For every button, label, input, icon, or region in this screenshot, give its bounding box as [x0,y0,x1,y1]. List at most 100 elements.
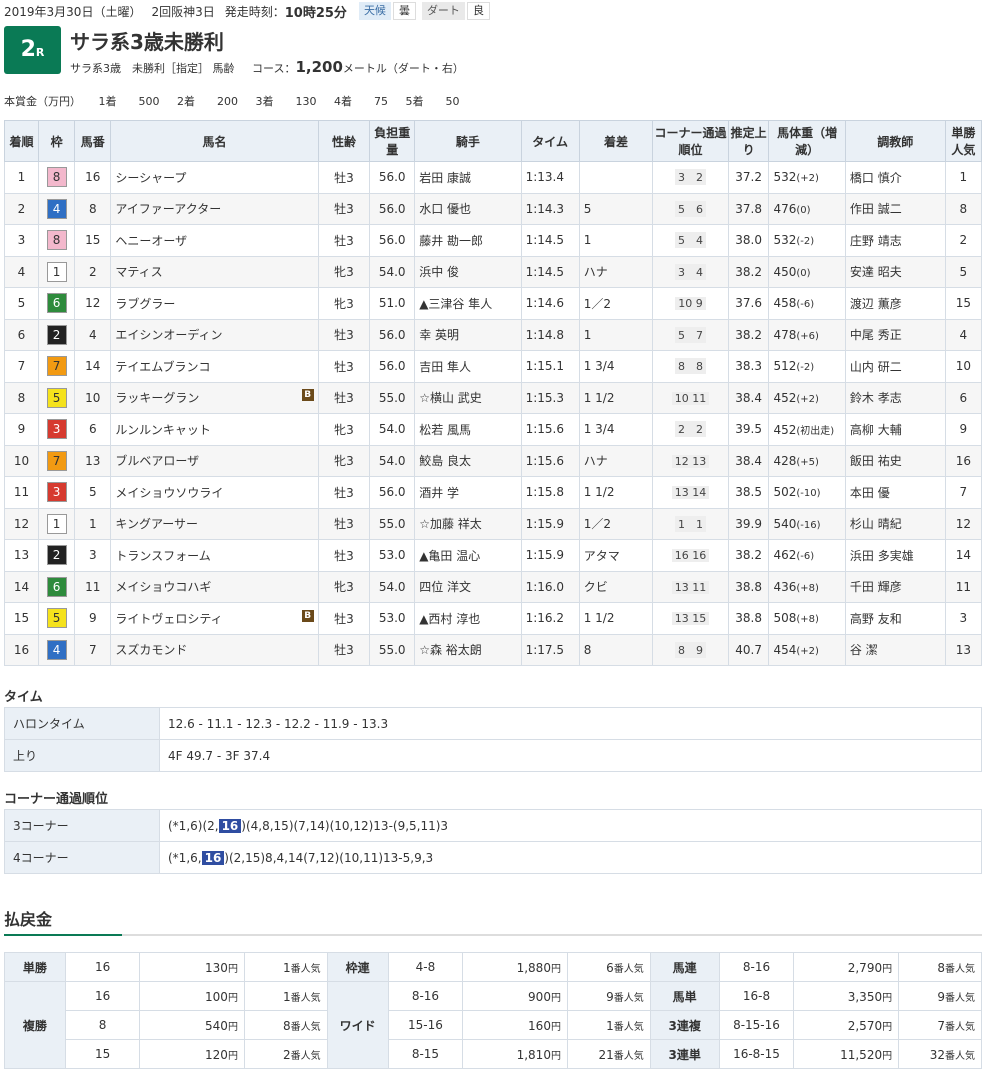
race-meta-line: 2019年3月30日（土曜） 2回阪神3日 発走時刻： 10時25分 天候 曇 … [4,2,490,21]
result-jockey[interactable]: 幸 英明 [414,318,522,351]
waku-badge: 7 [46,450,67,471]
result-margin: 8 [578,633,654,666]
result-jockey[interactable]: 松若 風馬 [414,413,522,446]
waku-badge: 4 [46,198,67,219]
result-jockey[interactable]: 酒井 学 [414,476,522,509]
horse-name-link[interactable]: メイショウソウライ [115,486,223,500]
result-sex-age: 牝3 [317,255,371,288]
result-popularity: 11 [944,570,983,603]
result-sex-age: 牝3 [317,413,371,446]
result-weight: 56.0 [369,224,416,257]
result-trainer[interactable]: 浜田 多実雄 [844,539,946,572]
result-jockey[interactable]: ☆森 裕太朗 [414,633,522,666]
result-trainer[interactable]: 谷 潔 [844,633,946,666]
result-horse-number: 2 [74,255,112,288]
result-trainer[interactable]: 渡辺 薫彦 [844,287,946,320]
course-distance: 1,200 [295,58,343,76]
result-corner: 10 9 [652,287,729,320]
result-margin: 1 3/4 [578,413,654,446]
result-trainer[interactable]: 中尾 秀正 [844,318,946,351]
result-trainer[interactable]: 高柳 大輔 [844,413,946,446]
table-row: 13 2 3 トランスフォーム 牡3 53.0 ▲亀田 温心 1:15.9 アタマ 16 16 38… [4,539,983,572]
wide-label: ワイド [326,981,389,1069]
result-trainer[interactable]: 安達 昭夫 [844,255,946,288]
horse-name-link[interactable]: メイショウコハギ [115,580,211,594]
result-trainer[interactable]: 橋口 慎介 [844,161,946,194]
result-horse-name-cell: ライトヴェロシティ B [110,602,319,635]
corner4-winner-highlight: 16 [201,850,225,865]
result-body-weight: 462(-6) [768,539,846,572]
result-jockey[interactable]: 吉田 隼人 [414,350,522,383]
result-jockey[interactable]: ☆横山 武史 [414,381,522,414]
result-jockey[interactable]: 四位 洋文 [414,570,522,603]
result-horse-number: 9 [74,602,112,635]
result-weight: 55.0 [369,381,416,414]
result-jockey[interactable]: ▲三津谷 隼人 [414,287,522,320]
result-horse-name-cell: シーシャープ [110,161,319,194]
horse-name-link[interactable]: ヘニーオーザ [115,234,187,248]
result-body-weight: 428(+5) [768,444,846,477]
result-popularity: 10 [944,350,983,383]
result-waku: 4 [37,633,76,666]
result-last-3f: 38.5 [727,476,770,509]
result-sex-age: 牝3 [317,287,371,320]
horse-name-link[interactable]: ルンルンキャット [115,423,211,437]
horse-name-link[interactable]: マティス [115,265,162,279]
horse-name-link[interactable]: エイシンオーディン [115,328,222,342]
horse-name-link[interactable]: ライトヴェロシティ [115,612,222,626]
horse-name-link[interactable]: シーシャープ [115,171,186,185]
result-jockey[interactable]: 鮫島 良太 [414,444,522,477]
prize-4th: 4着 75 [334,95,388,108]
result-corner: 3 2 [652,161,729,194]
result-trainer[interactable]: 杉山 晴紀 [844,507,946,540]
last-label: 上り [4,739,160,772]
sanrentan-num: 16-8-15 [718,1039,795,1069]
result-trainer[interactable]: 山内 研二 [844,350,946,383]
fukusho-pop-3: 2番人気 [243,1039,328,1069]
result-body-weight: 532(+2) [768,161,846,194]
horse-name-link[interactable]: トランスフォーム [115,549,210,563]
table-row: 5 6 12 ラブグラー 牝3 51.0 ▲三津谷 隼人 1:14.6 1／2 10 9 37.6 4… [4,287,983,320]
result-body-weight: 532(-2) [768,224,846,257]
result-trainer[interactable]: 庄野 靖志 [844,224,946,257]
horse-name-link[interactable]: ブルベアローザ [115,454,199,468]
horse-name-link[interactable]: テイエムブランコ [115,360,210,374]
result-horse-name-cell: メイショウソウライ [110,476,319,509]
result-margin: 1 1/2 [578,602,654,635]
result-jockey[interactable]: ▲亀田 温心 [414,539,522,572]
result-trainer[interactable]: 飯田 祐史 [844,444,946,477]
result-sex-age: 牡3 [317,224,371,257]
waku-badge: 2 [46,324,67,345]
result-horse-name-cell: エイシンオーディン [110,318,319,351]
result-trainer[interactable]: 千田 輝彦 [844,570,946,603]
result-body-weight: 508(+8) [768,602,846,635]
result-corner: 5 7 [652,318,729,351]
result-jockey[interactable]: ▲西村 淳也 [414,602,522,635]
results-header-row: 着順 枠 馬番 馬名 性齢 負担重量 騎手 タイム 着差 コーナー通過順位 推定… [4,120,983,162]
result-jockey[interactable]: 水口 優也 [414,192,522,225]
result-last-3f: 40.7 [727,633,770,666]
horse-name-link[interactable]: アイファーアクター [115,202,221,216]
result-jockey[interactable]: 浜中 俊 [414,255,522,288]
corner3-order: (*1,6)(2, 16)(4,8,15)(7,14)(10,12)13-(9,5… [159,809,982,842]
waku-badge: 4 [46,639,67,660]
horse-name-link[interactable]: キングアーサー [115,517,198,531]
result-last-3f: 39.5 [727,413,770,446]
prize-1st: 1着 500 [98,95,160,108]
result-waku: 3 [37,476,76,509]
result-trainer[interactable]: 作田 誠二 [844,192,946,225]
result-weight: 56.0 [369,476,416,509]
result-trainer[interactable]: 本田 優 [844,476,946,509]
wakuren-label: 枠連 [326,952,389,982]
result-jockey[interactable]: 藤井 勘一郎 [414,224,522,257]
result-waku: 3 [37,413,76,446]
result-horse-number: 14 [74,350,112,383]
horse-name-link[interactable]: スズカモンド [115,643,187,657]
result-jockey[interactable]: 岩田 康誠 [414,161,522,194]
col-last-3f: 推定上り [727,120,770,162]
result-trainer[interactable]: 鈴木 孝志 [844,381,946,414]
horse-name-link[interactable]: ラッキーグラン [115,391,199,405]
result-jockey[interactable]: ☆加藤 祥太 [414,507,522,540]
horse-name-link[interactable]: ラブグラー [115,297,175,311]
result-trainer[interactable]: 高野 友和 [844,602,946,635]
